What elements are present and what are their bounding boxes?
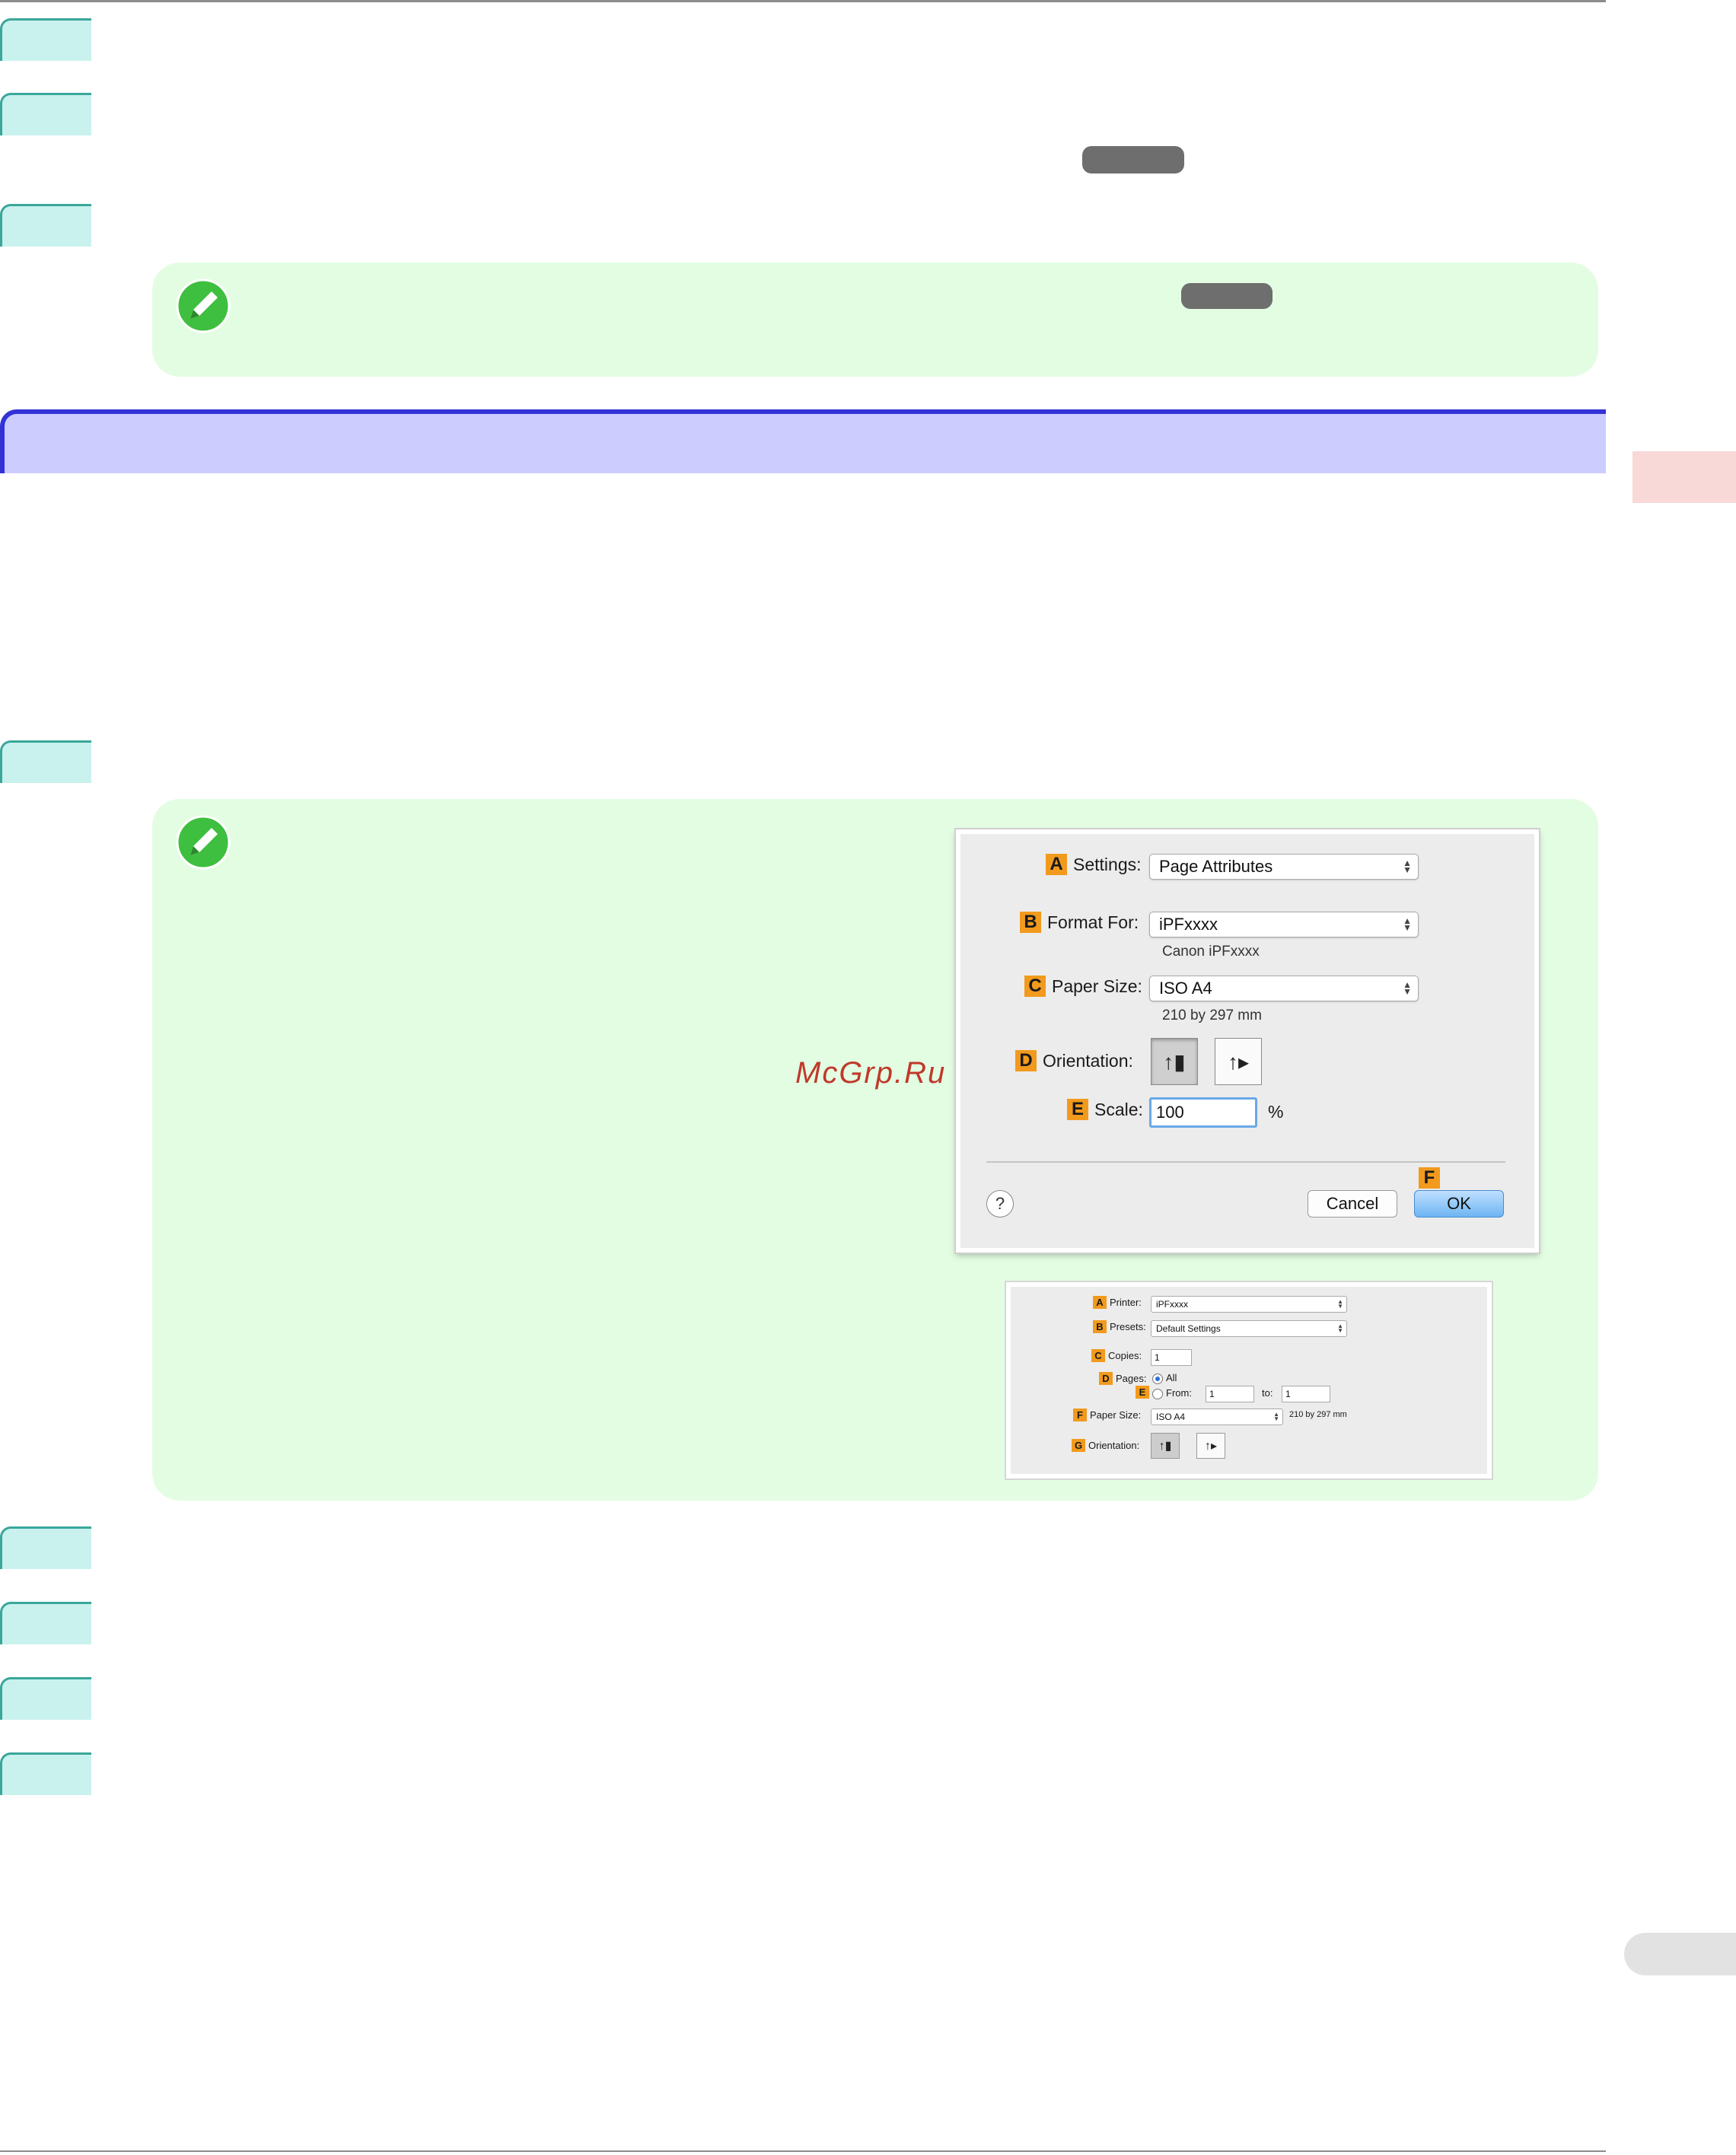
presets-label: Presets: bbox=[1110, 1321, 1146, 1332]
pages-all-radio[interactable] bbox=[1152, 1374, 1163, 1384]
orientation-label-row: G Orientation: bbox=[1072, 1439, 1139, 1452]
callout-badge: B bbox=[1020, 912, 1041, 933]
help-button[interactable]: ? bbox=[986, 1190, 1014, 1218]
portrait-orientation-button[interactable]: ↑▮ bbox=[1151, 1038, 1198, 1085]
pencil-note-icon bbox=[176, 815, 231, 870]
orientation-row: D Orientation: bbox=[1015, 1050, 1133, 1071]
callout-badge: E bbox=[1136, 1386, 1149, 1399]
paper-size-subtext: 210 by 297 mm bbox=[1162, 1007, 1262, 1023]
landscape-orientation-icon: ↑▸ bbox=[1227, 1049, 1250, 1074]
portrait-orientation-icon: ↑▮ bbox=[1163, 1049, 1186, 1074]
copies-label: Copies: bbox=[1108, 1350, 1142, 1361]
callout-badge: G bbox=[1072, 1439, 1085, 1452]
scale-label: Scale: bbox=[1094, 1099, 1143, 1119]
paper-size-label: Paper Size: bbox=[1052, 976, 1142, 996]
copies-input[interactable]: 1 bbox=[1151, 1349, 1192, 1366]
print-dialog: A Printer: iPFxxxx ▲ ▼ B Presets: Default… bbox=[1005, 1281, 1493, 1480]
settings-select[interactable]: Page Attributes ▲ ▼ bbox=[1149, 854, 1419, 880]
select-arrows-icon: ▲ ▼ bbox=[1403, 915, 1412, 933]
callout-badge: C bbox=[1091, 1349, 1105, 1362]
page-number-tab bbox=[1624, 1933, 1736, 1975]
note-reference-pill bbox=[1181, 283, 1273, 309]
step-tab-3 bbox=[0, 204, 91, 247]
step-tab-8 bbox=[0, 1752, 91, 1795]
callout-badge: F bbox=[1073, 1409, 1087, 1421]
format-for-row: B Format For: bbox=[1020, 912, 1139, 933]
select-arrows-icon: ▲ ▼ bbox=[1273, 1411, 1279, 1422]
orientation-label: Orientation: bbox=[1043, 1050, 1133, 1071]
settings-row: A Settings: bbox=[1046, 854, 1142, 875]
select-arrows-icon: ▲ ▼ bbox=[1403, 979, 1412, 997]
paper-size-subtext: 210 by 297 mm bbox=[1289, 1410, 1347, 1419]
from-label: From: bbox=[1166, 1387, 1192, 1399]
presets-label-row: B Presets: bbox=[1093, 1320, 1146, 1333]
select-arrows-icon: ▲ ▼ bbox=[1337, 1323, 1343, 1334]
page-setup-dialog: A Settings: Page Attributes ▲ ▼ B Format … bbox=[954, 828, 1540, 1254]
presets-select[interactable]: Default Settings ▲ ▼ bbox=[1151, 1320, 1347, 1337]
chapter-side-tab[interactable] bbox=[1632, 451, 1736, 503]
landscape-orientation-button[interactable]: ↑▸ bbox=[1196, 1433, 1225, 1459]
format-for-select[interactable]: iPFxxxx ▲ ▼ bbox=[1149, 912, 1419, 937]
select-arrows-icon: ▲ ▼ bbox=[1403, 858, 1412, 875]
printer-select[interactable]: iPFxxxx ▲ ▼ bbox=[1151, 1296, 1347, 1313]
range-badge-row: E bbox=[1136, 1386, 1152, 1399]
printer-label: Printer: bbox=[1110, 1297, 1142, 1308]
paper-size-select[interactable]: ISO A4 ▲ ▼ bbox=[1151, 1409, 1283, 1425]
bottom-rule bbox=[0, 2150, 1606, 2152]
portrait-orientation-button[interactable]: ↑▮ bbox=[1151, 1433, 1180, 1459]
pages-all-label: All bbox=[1166, 1372, 1177, 1383]
landscape-orientation-icon: ↑▸ bbox=[1204, 1440, 1218, 1453]
callout-badge: A bbox=[1093, 1296, 1107, 1309]
format-for-subtext: Canon iPFxxxx bbox=[1162, 944, 1260, 960]
callout-badge: A bbox=[1046, 854, 1067, 875]
paper-size-row: C Paper Size: bbox=[1024, 976, 1142, 997]
scale-unit: % bbox=[1268, 1102, 1284, 1122]
section-header bbox=[0, 409, 1606, 473]
cancel-button[interactable]: Cancel bbox=[1308, 1190, 1397, 1218]
to-label: to: bbox=[1262, 1387, 1273, 1399]
step-tab-2 bbox=[0, 93, 91, 135]
dialog-divider bbox=[986, 1161, 1505, 1163]
printer-label-row: A Printer: bbox=[1093, 1296, 1142, 1309]
step-tab-7 bbox=[0, 1677, 91, 1720]
select-arrows-icon: ▲ ▼ bbox=[1337, 1298, 1343, 1310]
pages-from-radio[interactable] bbox=[1152, 1389, 1163, 1399]
portrait-orientation-icon: ↑▮ bbox=[1158, 1440, 1172, 1453]
callout-badge: E bbox=[1067, 1099, 1088, 1120]
copies-label-row: C Copies: bbox=[1091, 1349, 1142, 1362]
scale-input[interactable]: 100 bbox=[1149, 1097, 1257, 1128]
step-tab-4 bbox=[0, 740, 91, 783]
orientation-label: Orientation: bbox=[1088, 1440, 1140, 1451]
to-input[interactable]: 1 bbox=[1282, 1386, 1330, 1402]
step-tab-1 bbox=[0, 18, 91, 61]
paper-size-label-row: F Paper Size: bbox=[1073, 1409, 1141, 1421]
settings-label: Settings: bbox=[1073, 854, 1142, 874]
pencil-note-icon bbox=[176, 279, 231, 333]
top-rule bbox=[0, 0, 1606, 2]
button-reference-pill bbox=[1082, 146, 1184, 173]
callout-badge: C bbox=[1024, 976, 1046, 997]
ok-button[interactable]: OK bbox=[1414, 1190, 1504, 1218]
pages-label-row: D Pages: bbox=[1099, 1372, 1146, 1385]
note-box bbox=[152, 263, 1598, 377]
step-tab-5 bbox=[0, 1526, 91, 1569]
callout-badge: B bbox=[1093, 1320, 1107, 1333]
callout-badge: F bbox=[1419, 1167, 1440, 1189]
format-for-label: Format For: bbox=[1047, 912, 1139, 932]
paper-size-select[interactable]: ISO A4 ▲ ▼ bbox=[1149, 976, 1419, 1001]
watermark: McGrp.Ru bbox=[795, 1056, 947, 1090]
callout-badge: D bbox=[1015, 1050, 1037, 1071]
landscape-orientation-button[interactable]: ↑▸ bbox=[1215, 1038, 1262, 1085]
step-tab-6 bbox=[0, 1602, 91, 1644]
callout-badge: D bbox=[1099, 1372, 1113, 1385]
pages-label: Pages: bbox=[1116, 1373, 1147, 1384]
scale-row: E Scale: bbox=[1067, 1099, 1143, 1120]
from-input[interactable]: 1 bbox=[1206, 1386, 1254, 1402]
paper-size-label: Paper Size: bbox=[1090, 1409, 1142, 1421]
